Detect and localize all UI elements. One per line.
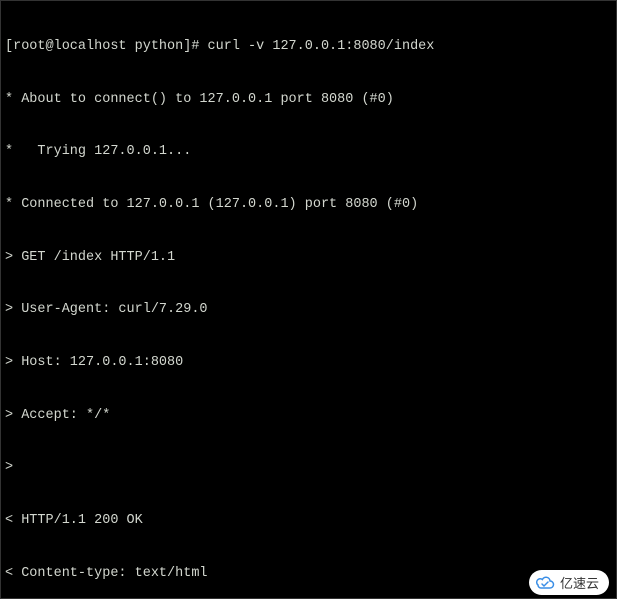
terminal-line: * About to connect() to 127.0.0.1 port 8… [5,91,612,109]
cloud-icon [535,576,555,590]
terminal-line: * Trying 127.0.0.1... [5,143,612,161]
terminal-line: < Content-type: text/html [5,565,612,583]
terminal-line: * Connected to 127.0.0.1 (127.0.0.1) por… [5,196,612,214]
terminal-line: > GET /index HTTP/1.1 [5,249,612,267]
terminal-window[interactable]: [root@localhost python]# curl -v 127.0.0… [0,0,617,599]
terminal-line: [root@localhost python]# curl -v 127.0.0… [5,38,612,56]
watermark-text: 亿速云 [560,573,599,592]
terminal-line: > Host: 127.0.0.1:8080 [5,354,612,372]
terminal-line: < HTTP/1.1 200 OK [5,512,612,530]
watermark-badge: 亿速云 [529,570,609,595]
terminal-line: > Accept: */* [5,407,612,425]
terminal-line: > User-Agent: curl/7.29.0 [5,301,612,319]
terminal-line: > [5,459,612,477]
